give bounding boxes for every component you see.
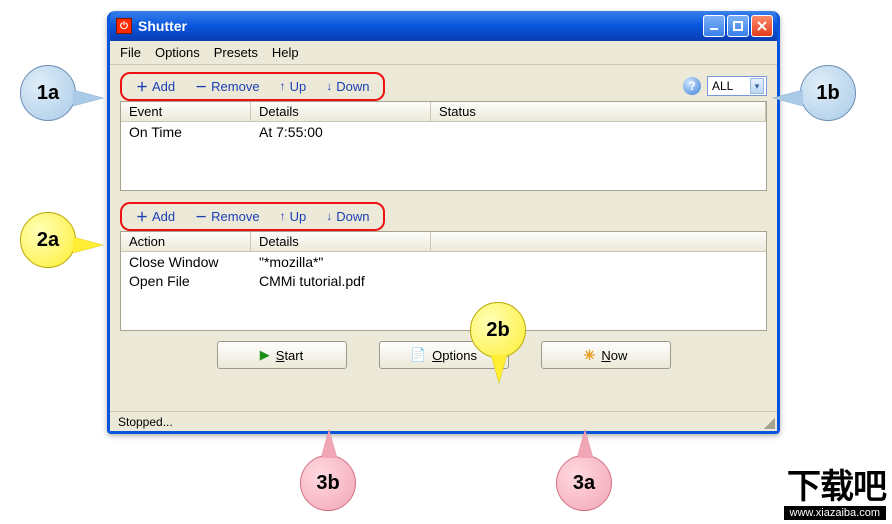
watermark-logo: 下载吧 <box>784 470 886 504</box>
menu-file[interactable]: File <box>120 45 141 60</box>
arrow-up-icon: ↑ <box>280 79 286 93</box>
maximize-button[interactable] <box>727 15 749 37</box>
col-spacer <box>431 232 766 251</box>
cell-action: Close Window <box>121 252 251 271</box>
label: Add <box>152 79 175 94</box>
arrow-down-icon: ↓ <box>326 79 332 93</box>
help-icon[interactable]: ? <box>683 77 701 95</box>
events-filter-combo[interactable]: ALL ▾ <box>707 76 767 96</box>
app-icon: ⏻ <box>116 18 132 34</box>
table-row[interactable]: Close Window"*mozilla*" <box>121 252 766 271</box>
annotation-label: 3a <box>573 472 595 495</box>
annotation-3a: 3a <box>556 455 612 511</box>
chevron-down-icon: ▾ <box>750 78 764 94</box>
star-icon: ✳ <box>584 347 596 364</box>
actions-remove-button[interactable]: － Remove <box>187 207 267 226</box>
statusbar: Stopped... <box>110 411 777 431</box>
annotation-label: 2b <box>486 319 509 342</box>
start-button[interactable]: ▶ Start <box>217 341 347 369</box>
label: Remove <box>211 79 259 94</box>
annotation-3b: 3b <box>300 455 356 511</box>
actions-down-button[interactable]: ↓ Down <box>318 208 377 225</box>
events-toolbar: ＋ Add － Remove ↑ Up ↓ Down <box>120 72 385 101</box>
bottom-button-bar: ▶ Start 📄 Options ✳ Now <box>120 335 767 375</box>
titlebar[interactable]: ⏻ Shutter <box>110 11 777 41</box>
options-icon: 📄 <box>410 347 426 363</box>
col-status[interactable]: Status <box>431 102 766 121</box>
arrow-down-icon: ↓ <box>326 209 332 223</box>
cell-details: At 7:55:00 <box>251 122 431 141</box>
events-grid: Event Details Status On TimeAt 7:55:00 <box>120 101 767 191</box>
play-icon: ▶ <box>260 347 270 363</box>
cell-details: CMMi tutorial.pdf <box>251 271 431 290</box>
status-text: Stopped... <box>118 415 173 429</box>
actions-up-button[interactable]: ↑ Up <box>272 208 315 225</box>
annotation-2a: 2a <box>20 212 76 268</box>
plus-icon: ＋ <box>136 78 148 95</box>
cell-action: Open File <box>121 271 251 290</box>
label: Up <box>290 209 307 224</box>
watermark: 下载吧 www.xiazaiba.com <box>784 470 886 520</box>
actions-toolbar: ＋ Add － Remove ↑ Up ↓ Down <box>120 202 385 231</box>
actions-add-button[interactable]: ＋ Add <box>128 207 183 226</box>
arrow-up-icon: ↑ <box>280 209 286 223</box>
close-button[interactable] <box>751 15 773 37</box>
watermark-url: www.xiazaiba.com <box>784 506 886 520</box>
cell-status <box>431 122 766 141</box>
minus-icon: － <box>195 78 207 95</box>
cell-details: "*mozilla*" <box>251 252 431 271</box>
col-details[interactable]: Details <box>251 102 431 121</box>
combo-value: ALL <box>712 79 733 93</box>
minus-icon: － <box>195 208 207 225</box>
minimize-button[interactable] <box>703 15 725 37</box>
col-event[interactable]: Event <box>121 102 251 121</box>
actions-grid: Action Details Close Window"*mozilla*"Op… <box>120 231 767 331</box>
menubar: File Options Presets Help <box>110 41 777 65</box>
window-title: Shutter <box>138 18 187 34</box>
annotation-1a: 1a <box>20 65 76 121</box>
label: Down <box>336 79 369 94</box>
menu-options[interactable]: Options <box>155 45 200 60</box>
table-row[interactable]: Open FileCMMi tutorial.pdf <box>121 271 766 290</box>
events-down-button[interactable]: ↓ Down <box>318 78 377 95</box>
plus-icon: ＋ <box>136 208 148 225</box>
col-action[interactable]: Action <box>121 232 251 251</box>
table-row[interactable]: On TimeAt 7:55:00 <box>121 122 766 141</box>
annotation-label: 1b <box>816 82 839 105</box>
annotation-1b: 1b <box>800 65 856 121</box>
annotation-label: 3b <box>316 472 339 495</box>
events-remove-button[interactable]: － Remove <box>187 77 267 96</box>
resize-grip[interactable] <box>761 415 775 429</box>
annotation-label: 1a <box>37 82 59 105</box>
events-add-button[interactable]: ＋ Add <box>128 77 183 96</box>
app-window: ⏻ Shutter File Options Presets Help ＋ Add… <box>107 11 780 434</box>
label: Down <box>336 209 369 224</box>
cell-event: On Time <box>121 122 251 141</box>
col-details[interactable]: Details <box>251 232 431 251</box>
now-button[interactable]: ✳ Now <box>541 341 671 369</box>
label: Add <box>152 209 175 224</box>
annotation-label: 2a <box>37 229 59 252</box>
annotation-2b: 2b <box>470 302 526 358</box>
events-up-button[interactable]: ↑ Up <box>272 78 315 95</box>
label: Up <box>290 79 307 94</box>
menu-help[interactable]: Help <box>272 45 299 60</box>
menu-presets[interactable]: Presets <box>214 45 258 60</box>
label: Remove <box>211 209 259 224</box>
